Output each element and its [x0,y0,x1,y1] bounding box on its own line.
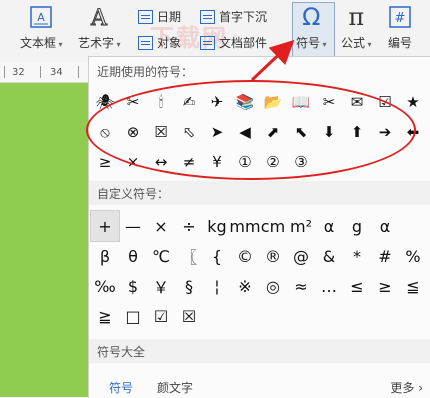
annotation-arrow [250,39,295,82]
